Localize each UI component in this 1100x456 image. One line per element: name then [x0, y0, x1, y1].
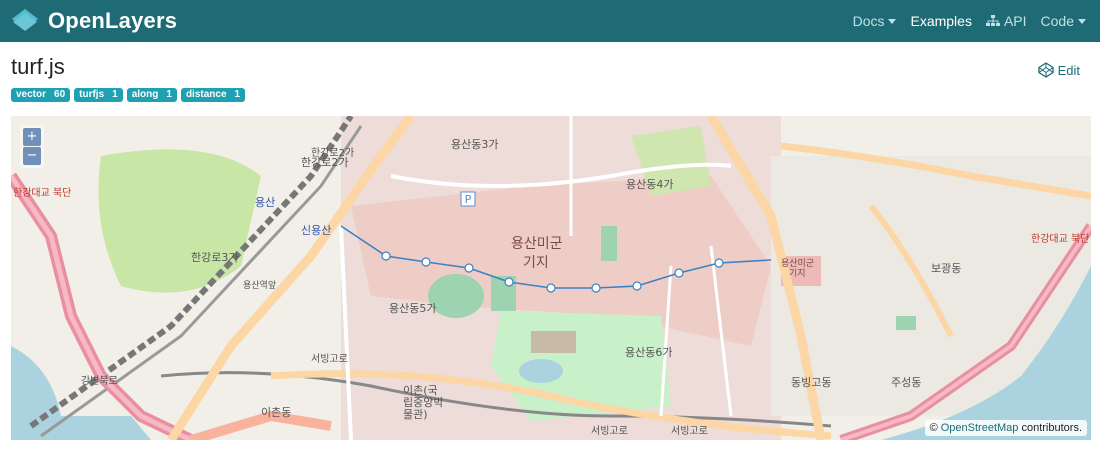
nav-examples-label: Examples [910, 13, 972, 29]
map-label: 기지 [523, 255, 549, 271]
map-label: 한강로2가 [311, 147, 354, 159]
tag-label: distance [185, 89, 227, 100]
top-navbar: OpenLayers Docs Examples API Code [0, 0, 1100, 42]
page-title: turf.js [11, 54, 65, 79]
tag-label: vector [16, 89, 47, 100]
route-point [591, 283, 601, 293]
route-point [714, 258, 724, 268]
map-label: 한강대교 북단 [13, 187, 71, 199]
map-label: 용산역앞 [243, 279, 276, 291]
tag-label: turfjs [79, 89, 105, 100]
tag-vector[interactable]: vector 60 [11, 88, 71, 102]
route-point [421, 257, 431, 267]
map-label: 주성동 [891, 376, 921, 389]
zoom-in-button[interactable]: + [23, 128, 41, 146]
tag-count: 60 [54, 89, 66, 100]
map-label: 서빙고로 [591, 425, 628, 437]
map-label: 기지 [789, 268, 806, 279]
map-label: 용산동5가 [389, 302, 436, 315]
brand-link[interactable]: OpenLayers [10, 6, 177, 36]
chevron-down-icon [1078, 18, 1086, 24]
sports-field [601, 226, 617, 261]
tag-distance[interactable]: distance 1 [180, 88, 246, 102]
tag-label: along [131, 89, 159, 100]
codepen-icon [1037, 62, 1054, 78]
nav-code-label: Code [1040, 13, 1074, 29]
tag-turfjs[interactable]: turfjs 1 [74, 88, 123, 102]
zoom-out-button[interactable]: − [23, 147, 41, 165]
tag-count: 1 [234, 89, 241, 100]
brand-name: OpenLayers [48, 8, 178, 33]
map-label: 동빙고동 [791, 376, 831, 389]
nav-examples-link[interactable]: Examples [910, 13, 971, 29]
route-point [464, 263, 474, 273]
map-label: 물관) [403, 408, 428, 421]
route-point [504, 277, 514, 287]
sitemap-icon [985, 15, 1000, 26]
attribution-suffix: contributors. [1021, 422, 1082, 434]
map-label: 용산동6가 [625, 346, 672, 359]
edit-button[interactable]: Edit [1037, 62, 1080, 78]
openstreetmap-link[interactable]: OpenStreetMap [941, 422, 1019, 434]
tag-along[interactable]: along 1 [126, 88, 177, 102]
map-label: 용산 [255, 196, 275, 209]
route-point [381, 251, 391, 261]
map-label: 용산미군 [781, 258, 814, 269]
route-point [674, 268, 684, 278]
edit-label: Edit [1057, 62, 1080, 78]
parking-icon-glyph: P [465, 193, 472, 206]
openlayers-logo-icon [12, 9, 38, 31]
map-label: 강변북로 [81, 375, 118, 387]
copyright-symbol: © [929, 422, 938, 434]
map-attribution: © OpenStreetMap contributors. [924, 420, 1087, 436]
pond [519, 359, 563, 383]
zoom-control: + − [20, 125, 44, 168]
nav-menu: Docs Examples API Code [839, 0, 1086, 42]
map-label: 서빙고로 [671, 425, 708, 437]
nav-code-dropdown[interactable]: Code [1041, 13, 1086, 29]
map-label: 신용산 [301, 224, 331, 237]
map-label: 서빙고로 [311, 353, 348, 365]
route-point [546, 283, 556, 293]
map-canvas[interactable]: P 용산동3가 용산동4가 용산미군 기지 용산동5가 용산동6가 한강로2가 … [11, 116, 1091, 440]
map-label: 용산동4가 [626, 178, 673, 191]
map-viewport[interactable]: P 용산동3가 용산동4가 용산미군 기지 용산동5가 용산동6가 한강로2가 … [11, 116, 1091, 440]
tag-count: 1 [166, 89, 172, 100]
nav-api-link[interactable]: API [985, 13, 1027, 29]
map-label: 용산동3가 [451, 138, 498, 151]
map-label: 용산미군 [511, 236, 563, 252]
map-label: 한강로3가 [191, 251, 238, 264]
chevron-down-icon [888, 18, 897, 24]
nav-docs-dropdown[interactable]: Docs [853, 13, 897, 29]
map-label: 이촌동 [261, 406, 291, 419]
nav-api-label: API [1003, 13, 1027, 29]
map-label: 보광동 [931, 262, 961, 275]
tag-count: 1 [112, 89, 118, 100]
tag-list: vector 60 turfjs 1 along 1 distance 1 [11, 88, 249, 102]
nav-docs-label: Docs [852, 13, 885, 29]
route-point [632, 281, 642, 291]
sports-field [896, 316, 916, 330]
river-south-west [11, 416, 151, 440]
building [531, 331, 576, 353]
map-label: 한강대교 북단 [1031, 233, 1089, 245]
